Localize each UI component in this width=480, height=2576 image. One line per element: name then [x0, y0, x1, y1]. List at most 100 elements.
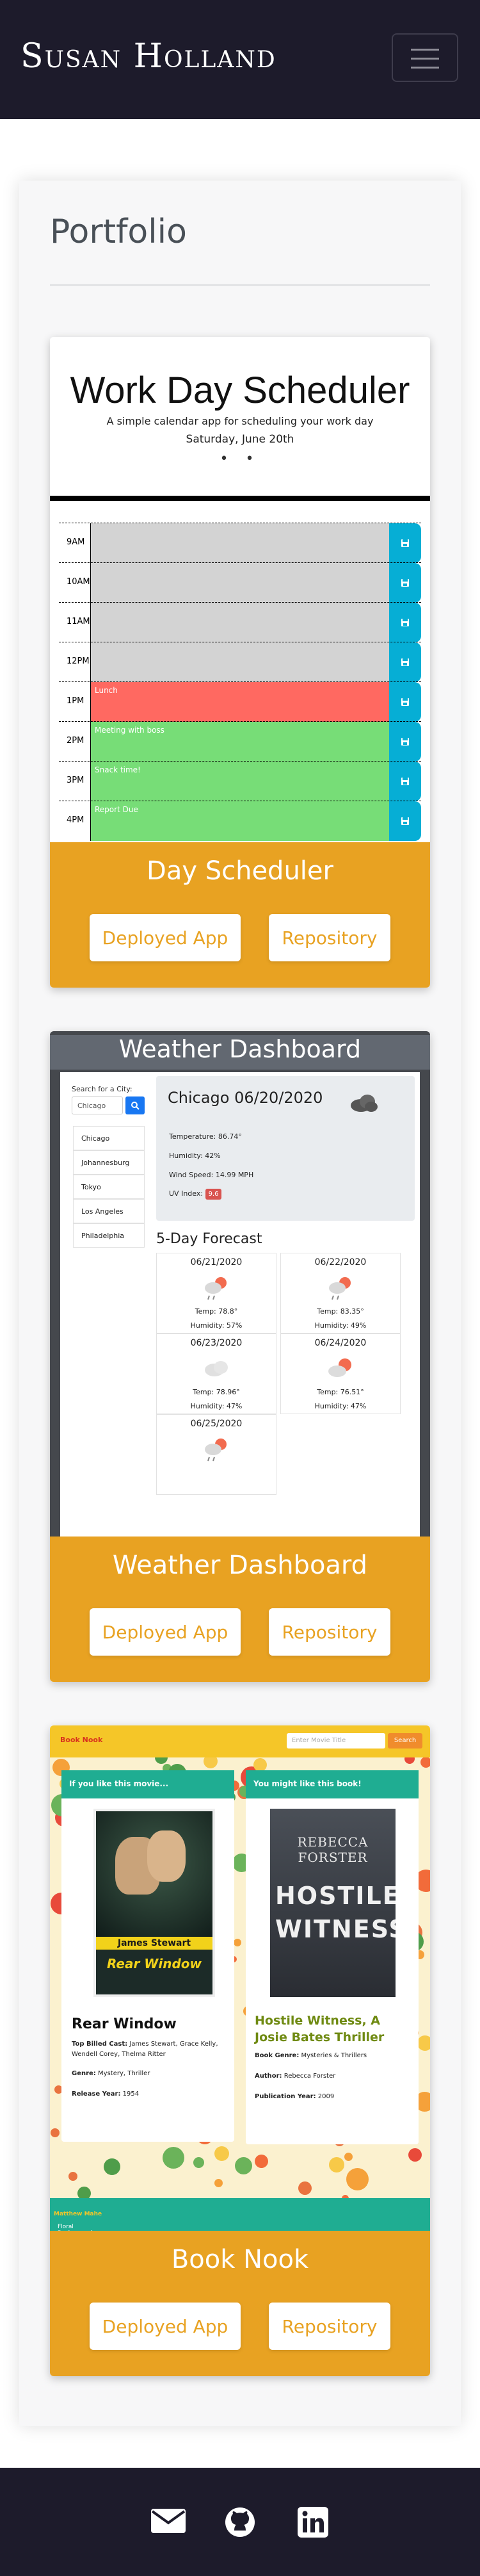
project-footer: Weather Dashboard Deployed App Repositor… [50, 1537, 430, 1682]
time-block-row: 9AM [59, 523, 421, 563]
city-list-item[interactable]: Tokyo [73, 1175, 145, 1199]
flower-decoration [417, 2035, 430, 2051]
save-button[interactable] [389, 722, 421, 762]
save-icon [401, 539, 409, 547]
weather-app-title: Weather Dashboard [50, 1035, 430, 1070]
save-button[interactable] [389, 642, 421, 682]
save-button[interactable] [389, 801, 421, 841]
current-weather-panel: Chicago 06/20/2020 Temperature: 86.74° H… [156, 1076, 415, 1221]
save-button[interactable] [389, 603, 421, 642]
city-list-item[interactable]: Johannesburg [73, 1150, 145, 1175]
save-button[interactable] [389, 523, 421, 563]
current-city-heading: Chicago 06/20/2020 [168, 1089, 323, 1107]
time-block-row: 1PM Lunch [59, 681, 421, 722]
current-wind: Wind Speed: 14.99 MPH [169, 1171, 254, 1179]
repository-button[interactable]: Repository [269, 2303, 390, 2350]
book-card: You might like this book! REBECCA FORSTE… [246, 1770, 419, 2144]
save-button[interactable] [389, 563, 421, 603]
event-textarea[interactable]: Meeting with boss [91, 722, 389, 762]
flower-decoration [329, 2157, 344, 2172]
city-list-item[interactable]: Chicago [73, 1126, 145, 1150]
forecast-temp: Temp: 78.96° [193, 1388, 240, 1396]
time-block-row: 4PM Report Due [59, 801, 421, 841]
poster-title: Rear Window [107, 1956, 202, 1971]
save-icon [401, 738, 409, 746]
save-button[interactable] [389, 682, 421, 722]
movie-search-input[interactable]: Enter Movie Title [287, 1733, 385, 1749]
project-title: Weather Dashboard [112, 1551, 368, 1580]
city-list-item[interactable]: Philadelphia [73, 1223, 145, 1248]
cloud-icon [351, 1095, 378, 1112]
site-brand[interactable]: Susan Holland [20, 37, 276, 76]
menu-toggle-button[interactable] [392, 33, 458, 82]
scheduler-date: Saturday, June 20th [186, 433, 294, 446]
movie-cast: Top Billed Cast: James Stewart, Grace Ke… [72, 2041, 218, 2058]
event-textarea[interactable]: Lunch [91, 682, 389, 722]
forecast-date: 06/24/2020 [314, 1338, 367, 1348]
movie-card: If you like this movie... James Stewart … [61, 1770, 234, 2142]
project-card-weather-dashboard: Weather Dashboard Search for a City: Chi… [50, 1031, 430, 1682]
flower-decoration [104, 2158, 120, 2175]
hour-label: 10AM [59, 563, 91, 603]
booknook-brand[interactable]: Book Nook [60, 1736, 102, 1744]
movie-year: Release Year: 1954 [72, 2091, 140, 2098]
event-textarea[interactable] [91, 603, 389, 642]
save-button[interactable] [389, 762, 421, 801]
deployed-app-button[interactable]: Deployed App [90, 1608, 241, 1656]
flower-decoration [346, 2168, 369, 2190]
sun-rain-icon [329, 1277, 351, 1300]
scheduler-subtitle: A simple calendar app for scheduling you… [106, 415, 374, 427]
forecast-card: 06/25/2020 [156, 1414, 276, 1495]
hour-label: 9AM [59, 523, 91, 563]
forecast-date: 06/22/2020 [314, 1257, 367, 1268]
event-textarea[interactable]: Snack time! [91, 762, 389, 801]
hour-label: 3PM [59, 762, 91, 801]
hour-label: 11AM [59, 603, 91, 642]
city-search-button[interactable] [125, 1096, 145, 1114]
github-icon[interactable] [224, 2506, 256, 2538]
forecast-title: 5-Day Forecast [156, 1231, 262, 1247]
movie-search-button[interactable]: Search [388, 1733, 422, 1749]
flower-decoration [235, 2157, 252, 2174]
flower-decoration [68, 2172, 77, 2181]
project-footer: Day Scheduler Deployed App Repository [50, 842, 430, 988]
project-footer: Book Nook Deployed App Repository [50, 2231, 430, 2376]
flower-decoration [234, 1939, 241, 1946]
flower-decoration [253, 1758, 267, 1772]
save-icon [401, 698, 409, 706]
site-footer [0, 2468, 480, 2576]
repository-button[interactable]: Repository [269, 1608, 390, 1656]
linkedin-icon[interactable] [297, 2506, 329, 2538]
hour-label: 4PM [59, 801, 91, 841]
poster-actor-name: James Stewart [96, 1937, 212, 1950]
event-textarea[interactable] [91, 563, 389, 603]
flower-decoration [193, 2157, 204, 2168]
repository-button[interactable]: Repository [269, 914, 390, 961]
flower-decoration [51, 2128, 60, 2137]
flower-decoration [344, 2153, 353, 2161]
hour-label: 2PM [59, 722, 91, 762]
city-list-item[interactable]: Los Angeles [73, 1199, 145, 1223]
event-textarea[interactable] [91, 523, 389, 563]
forecast-card: 06/24/2020 Temp: 76.51° Humidity: 47% [280, 1333, 401, 1414]
flower-decoration [255, 2155, 268, 2168]
city-search-input[interactable]: Chicago [72, 1096, 123, 1114]
flower-decoration [214, 2179, 223, 2187]
event-textarea[interactable] [91, 642, 389, 682]
flower-decoration [214, 2146, 229, 2161]
city-search-label: Search for a City: [72, 1085, 132, 1093]
deployed-app-button[interactable]: Deployed App [90, 2303, 241, 2350]
project-screenshot: Book Nook Enter Movie Title Search If yo… [50, 1725, 430, 2231]
sun-cloud-icon [328, 1358, 351, 1377]
event-textarea[interactable]: Report Due [91, 801, 389, 841]
deployed-app-button[interactable]: Deployed App [90, 914, 241, 961]
email-icon[interactable] [150, 2506, 187, 2536]
save-icon [401, 817, 409, 825]
time-block-row: 10AM [59, 562, 421, 603]
project-card-book-nook: Book Nook Enter Movie Title Search If yo… [50, 1725, 430, 2376]
forecast-temp: Temp: 76.51° [317, 1388, 364, 1396]
time-block-row: 2PM Meeting with boss [59, 721, 421, 762]
sun-rain-icon [205, 1277, 227, 1300]
save-icon [401, 579, 409, 587]
forecast-humidity: Humidity: 47% [314, 1402, 367, 1410]
